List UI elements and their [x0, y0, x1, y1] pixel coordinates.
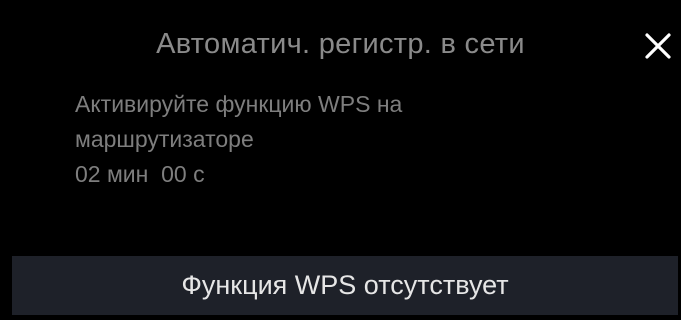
instruction-line-1: Активируйте функцию WPS на [75, 91, 403, 117]
instruction-message: Активируйте функцию WPS на маршрутизатор… [75, 87, 635, 192]
dialog-title: Автоматич. регистр. в сети [156, 28, 525, 60]
countdown-timer: 02 мин 00 с [75, 161, 205, 187]
wps-registration-dialog: Автоматич. регистр. в сети Активируйте ф… [0, 0, 681, 320]
close-icon [645, 33, 671, 59]
instruction-line-2: маршрутизаторе [75, 126, 254, 152]
no-wps-button[interactable]: Функция WPS отсутствует [12, 256, 678, 315]
close-button[interactable] [636, 24, 680, 68]
